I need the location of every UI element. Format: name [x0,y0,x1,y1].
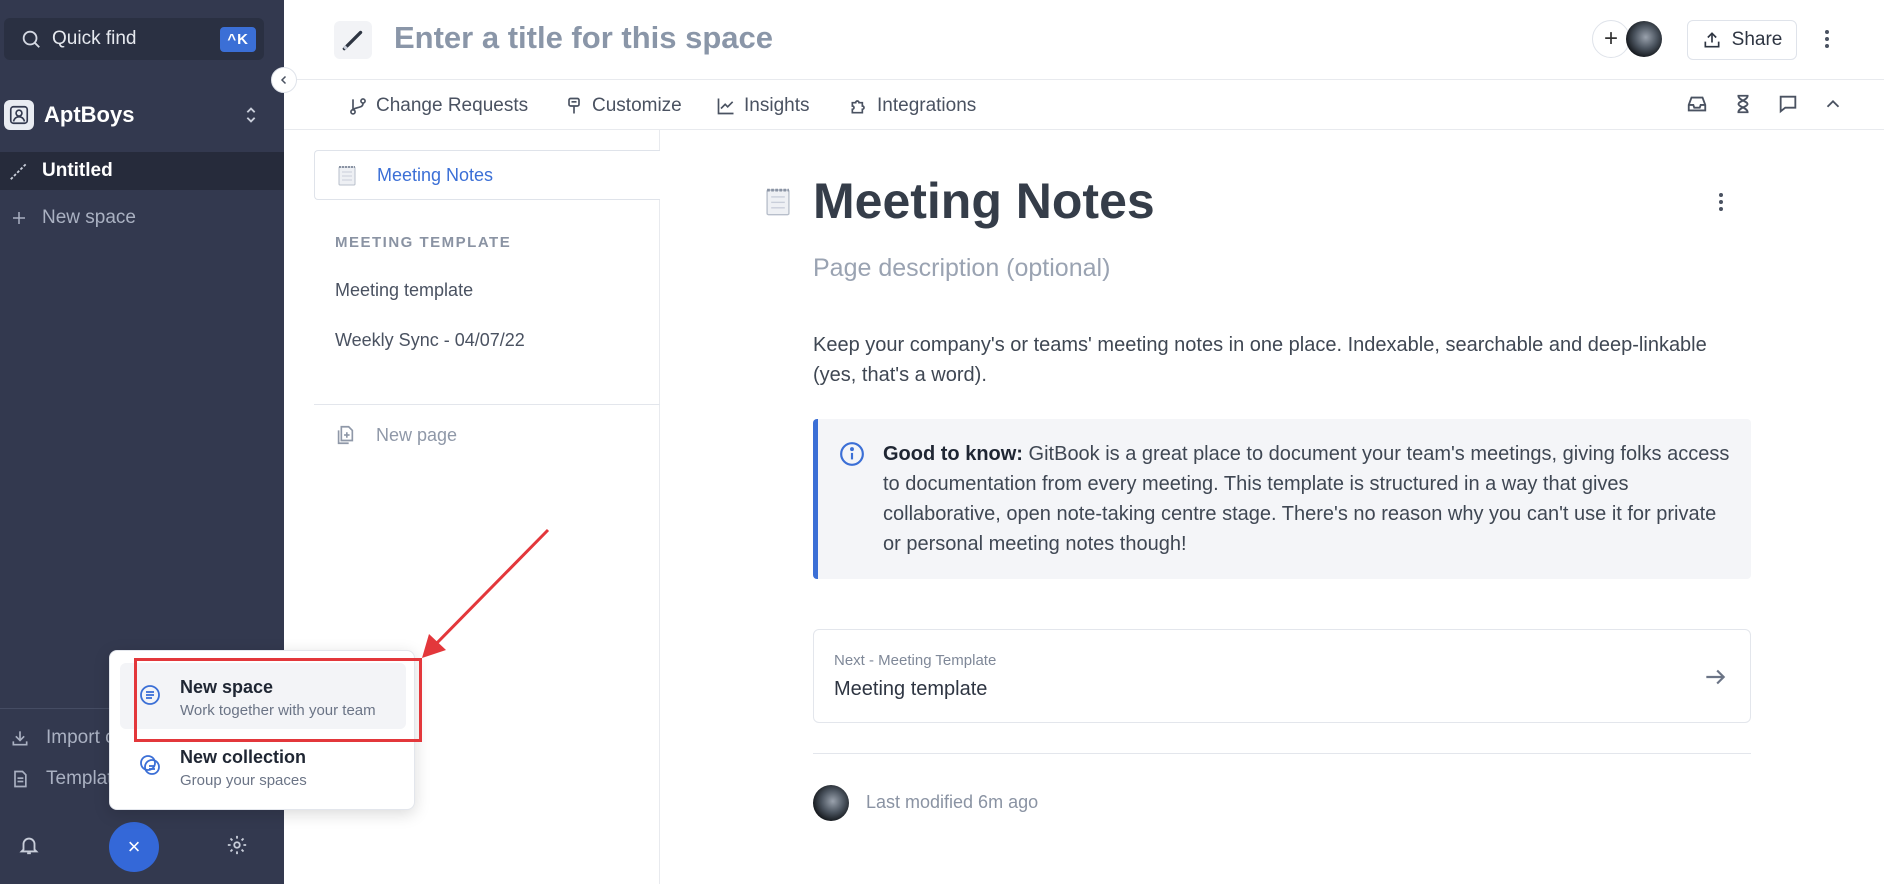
comment-icon[interactable] [1777,93,1799,115]
share-label: Share [1731,29,1783,50]
divider [813,753,1751,754]
menu-item-new-collection[interactable]: New collection Group your spaces [120,733,406,799]
more-vertical-icon[interactable] [1718,190,1724,214]
tree-item-weekly-sync[interactable]: Weekly Sync - 04/07/22 [335,330,525,351]
tab-label: Insights [744,95,810,116]
close-icon: × [127,834,141,859]
pen-icon [342,30,363,51]
quick-find-button[interactable]: Quick find ^K [4,18,264,60]
sidebar-link-label: Templat [46,768,113,789]
share-button[interactable]: Share [1687,20,1797,60]
info-icon [840,442,864,466]
import-icon [12,731,28,746]
sidebar-item-label: Untitled [42,160,113,181]
chevron-updown-icon [246,107,256,123]
last-modified-text: Last modified 6m ago [866,792,1039,812]
template-icon [14,770,27,788]
branch-icon [350,98,366,115]
divider [314,404,660,405]
space-toolbar: Change Requests Customize Insights Integ… [284,80,1884,130]
paintbrush-icon [568,97,580,114]
create-close-button[interactable]: × [109,822,159,872]
gear-icon[interactable] [226,834,248,856]
sidebar-item-untitled[interactable]: Untitled [0,152,284,190]
menu-item-title: New collection [180,747,307,767]
tab-change-requests[interactable]: Change Requests [348,92,528,120]
org-name: AptBoys [44,102,135,127]
plus-icon [13,212,25,224]
tab-integrations[interactable]: Integrations [849,92,976,120]
tab-insights[interactable]: Insights [716,92,809,120]
new-page-icon [337,425,354,445]
trend-icon [717,98,734,115]
tree-item-meeting-notes[interactable]: Meeting Notes [314,150,660,200]
tree-item-meeting-template[interactable]: Meeting template [335,280,473,301]
arrow-right-icon [1706,669,1726,685]
tab-label: Integrations [877,95,977,116]
plus-icon: + [1603,25,1618,52]
space-title-input[interactable]: Enter a title for this space [394,20,773,56]
bell-icon[interactable] [18,834,40,856]
avatar[interactable] [1626,21,1662,57]
invite-button[interactable]: + [1592,20,1630,58]
new-page-button[interactable]: New page [334,418,457,452]
tab-customize[interactable]: Customize [564,92,682,120]
next-page-title: Meeting template [834,678,988,700]
info-callout[interactable]: Good to know: GitBook is a great place t… [813,419,1751,579]
sidebar-templates-link[interactable]: Templat [10,764,113,794]
sidebar-import-link[interactable]: Import c [10,723,115,753]
search-icon [22,30,40,48]
collection-icon [140,755,160,775]
tree-group-heading: MEETING TEMPLATE [335,234,512,251]
menu-item-subtitle: Group your spaces [180,772,307,789]
callout-bold: Good to know: [883,443,1023,465]
puzzle-icon [851,100,865,114]
callout-text: Good to know: GitBook is a great place t… [883,439,1733,559]
tab-label: Customize [592,95,682,116]
space-header: Enter a title for this space + Share [284,0,1884,80]
sidebar-new-space[interactable]: New space [0,200,284,236]
org-user-icon [9,105,29,125]
org-avatar [4,100,34,130]
space-emoji-button[interactable] [334,21,372,59]
avatar [813,785,849,821]
sidebar-link-label: Import c [46,727,115,748]
page-description-input[interactable]: Page description (optional) [813,254,1110,283]
quick-find-label: Quick find [52,28,137,49]
tree-item-label: Meeting Notes [377,164,494,185]
pen-icon [10,163,27,180]
collapse-sidebar-button[interactable] [271,67,297,93]
inbox-icon[interactable] [1686,93,1708,115]
page-title[interactable]: Meeting Notes [813,172,1155,230]
shortcut-badge: ^K [220,26,256,52]
annotation-highlight-box [134,658,422,742]
chevron-left-icon [280,75,287,85]
tab-label: Change Requests [376,95,529,116]
notepad-icon[interactable] [764,186,792,216]
notepad-icon [338,166,356,186]
next-page-label: Next - Meeting Template [834,652,997,669]
history-hourglass-icon[interactable] [1732,93,1754,115]
more-vertical-icon[interactable] [1824,26,1830,52]
new-page-label: New page [376,424,458,445]
upload-icon [1704,32,1720,48]
page-body-paragraph[interactable]: Keep your company's or teams' meeting no… [813,330,1753,390]
sidebar-item-label: New space [42,207,136,228]
next-page-card[interactable]: Next - Meeting Template Meeting template [813,629,1751,723]
chevron-up-icon[interactable] [1822,93,1844,115]
org-switcher[interactable]: AptBoys [4,98,268,132]
